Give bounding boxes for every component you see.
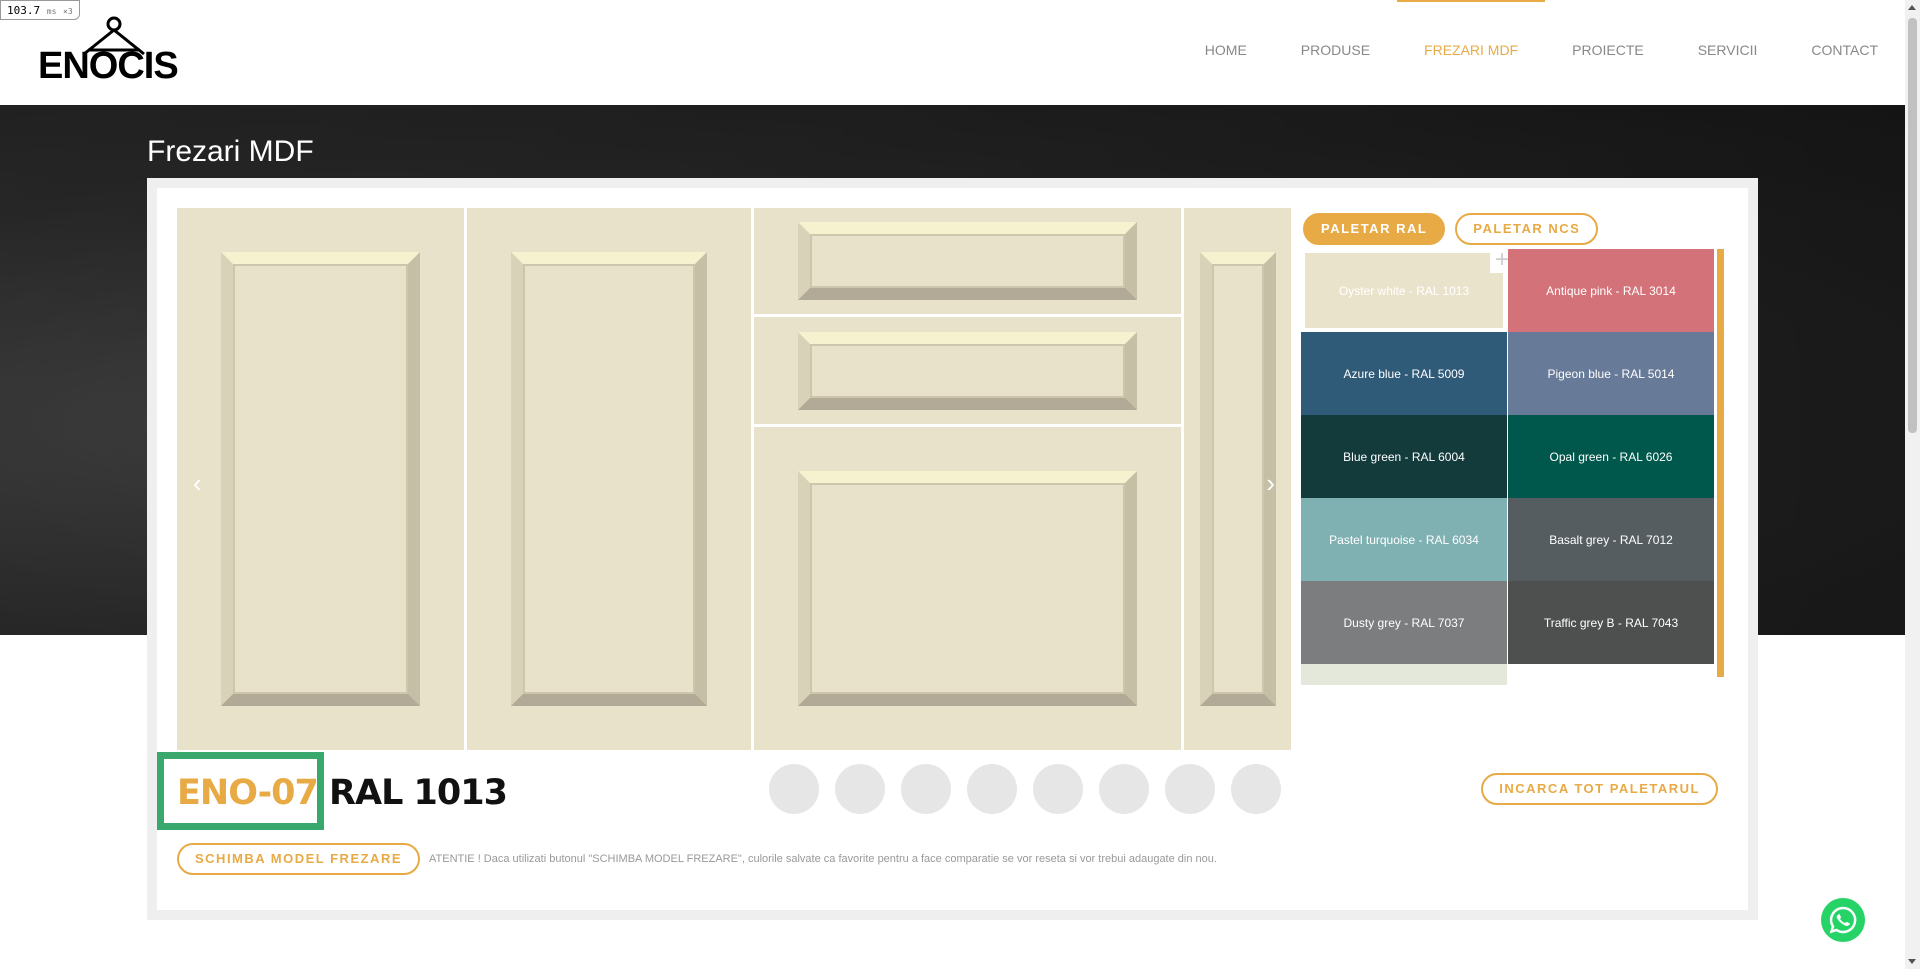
- model-code: ENO-07: [177, 773, 319, 813]
- whatsapp-button[interactable]: [1821, 898, 1865, 942]
- prev-arrow-icon[interactable]: ‹: [193, 470, 202, 496]
- favorite-slot[interactable]: [1165, 764, 1215, 814]
- swatch-label: Antique pink - RAL 3014: [1546, 283, 1676, 298]
- nav-item-produse[interactable]: PRODUSE: [1274, 0, 1397, 105]
- drawer-inset: [798, 222, 1137, 300]
- configurator-panel: ‹ › PALETAR RAL PALETAR NCS Oyster white …: [157, 188, 1748, 910]
- swatch-label: Azure blue - RAL 5009: [1343, 366, 1465, 381]
- color-swatch[interactable]: Azure blue - RAL 5009: [1301, 332, 1507, 415]
- swatch-label: Opal green - RAL 6026: [1549, 449, 1673, 464]
- load-palette-button[interactable]: INCARCA TOT PALETARUL: [1481, 773, 1718, 805]
- color-swatch[interactable]: Basalt grey - RAL 7012: [1508, 498, 1714, 581]
- door-panel: [467, 208, 751, 750]
- favorite-slot[interactable]: [1231, 764, 1281, 814]
- selection-code: ENO-07 RAL 1013: [177, 773, 508, 813]
- door-inset: [511, 252, 707, 706]
- configurator-frame: ‹ › PALETAR RAL PALETAR NCS Oyster white …: [147, 178, 1758, 920]
- perf-unit: ms: [46, 7, 57, 16]
- swatch-label: Pastel turquoise - RAL 6034: [1329, 532, 1479, 547]
- palette-tabs: PALETAR RAL PALETAR NCS: [1303, 213, 1599, 245]
- nav-item-home[interactable]: HOME: [1178, 0, 1274, 105]
- main-nav: HOME PRODUSE FREZARI MDF PROIECTE SERVICII CO…: [1178, 0, 1905, 105]
- color-swatch[interactable]: Traffic grey B - RAL 7043: [1508, 581, 1714, 664]
- palette-scrollbar[interactable]: [1717, 249, 1724, 677]
- swatch-label: Blue green - RAL 6004: [1343, 449, 1465, 464]
- nav-item-contact[interactable]: CONTACT: [1784, 0, 1905, 105]
- page-title: Frezari MDF: [147, 135, 314, 168]
- favorite-slot[interactable]: [1033, 764, 1083, 814]
- door-panel: [754, 427, 1181, 750]
- color-swatch[interactable]: Opal green - RAL 6026: [1508, 415, 1714, 498]
- logo-text: ENOCIS: [38, 45, 179, 87]
- door-inset: [1200, 252, 1276, 706]
- site-header: ENOCIS HOME PRODUSE FREZARI MDF PROIECTE SER…: [0, 0, 1905, 105]
- drawer-inset: [798, 332, 1137, 410]
- warning-notice: ATENTIE ! Daca utilizati butonul "SCHIMB…: [429, 853, 1217, 865]
- color-swatch[interactable]: Blue green - RAL 6004: [1301, 415, 1507, 498]
- color-swatch[interactable]: Pigeon blue - RAL 5014: [1508, 332, 1714, 415]
- scroll-down-icon[interactable]: [1908, 959, 1916, 964]
- color-swatch[interactable]: Oyster white - RAL 1013 +: [1301, 249, 1514, 332]
- color-palette: Oyster white - RAL 1013 + Antique pink - R…: [1301, 249, 1714, 685]
- swatch-label: Pigeon blue - RAL 5014: [1547, 366, 1675, 381]
- perf-counter: 103.7 ms ×3: [0, 0, 80, 20]
- page-scrollbar[interactable]: [1905, 0, 1920, 969]
- swatch-label: Traffic grey B - RAL 7043: [1543, 615, 1679, 630]
- tab-paletar-ral[interactable]: PALETAR RAL: [1303, 213, 1446, 245]
- tab-paletar-ncs[interactable]: PALETAR NCS: [1455, 213, 1599, 245]
- swatch-label: Oyster white - RAL 1013: [1338, 283, 1470, 298]
- whatsapp-icon: [1829, 906, 1857, 934]
- color-swatch[interactable]: Dusty grey - RAL 7037: [1301, 581, 1507, 664]
- swatch-label: Dusty grey - RAL 7037: [1343, 615, 1465, 630]
- color-swatch[interactable]: Pure white - RAL 9010: [1508, 664, 1714, 685]
- color-swatch[interactable]: Pastel turquoise - RAL 6034: [1301, 498, 1507, 581]
- door-inset: [798, 471, 1137, 706]
- change-model-button[interactable]: SCHIMBA MODEL FREZARE: [177, 843, 420, 875]
- favorite-slot[interactable]: [769, 764, 819, 814]
- favorite-slot[interactable]: [967, 764, 1017, 814]
- favorite-slot[interactable]: [835, 764, 885, 814]
- perf-mult: ×3: [63, 7, 73, 16]
- scroll-up-icon[interactable]: [1908, 5, 1916, 10]
- next-arrow-icon[interactable]: ›: [1266, 470, 1275, 496]
- favorite-slot[interactable]: [901, 764, 951, 814]
- door-preview[interactable]: ‹ ›: [177, 208, 1291, 750]
- scroll-thumb[interactable]: [1908, 18, 1917, 433]
- nav-item-servicii[interactable]: SERVICII: [1671, 0, 1785, 105]
- drawer-panel: [754, 317, 1181, 424]
- nav-item-frezari-mdf[interactable]: FREZARI MDF: [1397, 0, 1546, 105]
- favorite-slot[interactable]: [1099, 764, 1149, 814]
- logo[interactable]: ENOCIS: [38, 16, 190, 88]
- door-panel: [177, 208, 464, 750]
- door-inset: [221, 252, 420, 706]
- nav-item-proiecte[interactable]: PROIECTE: [1545, 0, 1671, 105]
- color-swatch[interactable]: Antique pink - RAL 3014: [1508, 249, 1714, 332]
- drawer-panel: [754, 208, 1181, 314]
- favorite-slots: [769, 764, 1281, 814]
- ral-code: RAL 1013: [329, 773, 508, 813]
- perf-value: 103.7: [7, 4, 41, 17]
- color-swatch[interactable]: Grey white - RAL 9002: [1301, 664, 1507, 685]
- swatch-label: Basalt grey - RAL 7012: [1549, 532, 1673, 547]
